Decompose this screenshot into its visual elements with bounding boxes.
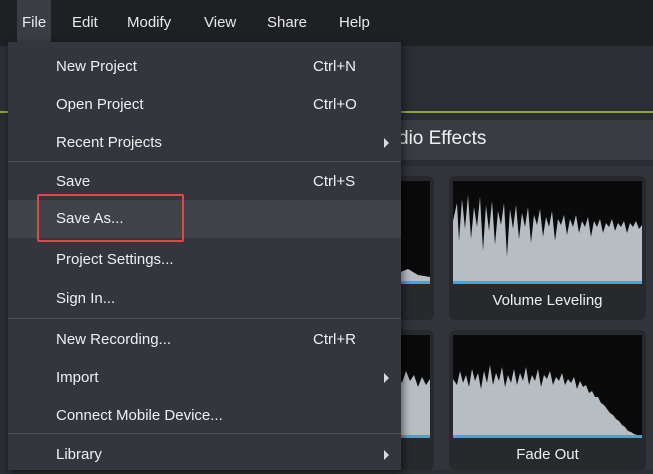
menu-item-project-settings[interactable]: Project Settings... xyxy=(8,241,401,279)
menu-item-connect-mobile-device[interactable]: Connect Mobile Device... xyxy=(8,397,401,435)
menu-item-import[interactable]: Import xyxy=(8,359,401,397)
menu-item-label: Project Settings... xyxy=(56,251,174,268)
menu-item-shortcut: Ctrl+N xyxy=(313,58,356,75)
menu-share[interactable]: Share xyxy=(262,0,312,46)
menu-edit[interactable]: Edit xyxy=(67,0,103,46)
menu-item-shortcut: Ctrl+S xyxy=(313,173,356,190)
effect-tile-volume-leveling[interactable]: Volume Leveling xyxy=(449,176,646,320)
waveform-underline xyxy=(453,281,642,284)
submenu-arrow-icon xyxy=(384,138,389,148)
waveform-underline xyxy=(453,435,642,438)
menu-bar: File Edit Modify View Share Help xyxy=(0,0,653,46)
effect-label: Volume Leveling xyxy=(492,292,603,309)
file-menu-dropdown: New Project Ctrl+N Open Project Ctrl+O R… xyxy=(8,42,401,470)
menu-file[interactable]: File xyxy=(17,0,52,46)
menu-item-open-project[interactable]: Open Project Ctrl+O xyxy=(8,86,401,124)
menu-divider xyxy=(8,161,401,162)
menu-item-label: New Project xyxy=(56,58,137,75)
menu-item-label: Recent Projects xyxy=(56,134,162,151)
menu-item-label: Connect Mobile Device... xyxy=(56,407,223,424)
waveform-thumbnail xyxy=(453,181,642,283)
menu-item-recent-projects[interactable]: Recent Projects xyxy=(8,124,401,162)
menu-view[interactable]: View xyxy=(199,0,241,46)
effect-label: Fade Out xyxy=(516,446,579,463)
menu-item-shortcut: Ctrl+O xyxy=(313,96,357,113)
menu-help[interactable]: Help xyxy=(334,0,375,46)
menu-divider xyxy=(8,318,401,319)
menu-item-sign-in[interactable]: Sign In... xyxy=(8,280,401,318)
submenu-arrow-icon xyxy=(384,450,389,460)
menu-item-label: New Recording... xyxy=(56,331,172,348)
menu-item-label: Sign In... xyxy=(56,290,116,307)
submenu-arrow-icon xyxy=(384,373,389,383)
effect-tile-fade-out[interactable]: Fade Out xyxy=(449,330,646,470)
menu-item-label: Save xyxy=(56,173,91,190)
menu-item-shortcut: Ctrl+R xyxy=(313,331,356,348)
menu-item-new-recording[interactable]: New Recording... Ctrl+R xyxy=(8,321,401,359)
menu-item-label: Open Project xyxy=(56,96,144,113)
menu-item-label: Import xyxy=(56,369,99,386)
menu-item-new-project[interactable]: New Project Ctrl+N xyxy=(8,48,401,86)
menu-modify[interactable]: Modify xyxy=(122,0,176,46)
menu-item-library[interactable]: Library xyxy=(8,436,401,474)
annotation-highlight-box xyxy=(37,194,184,242)
menu-item-label: Library xyxy=(56,446,102,463)
menu-divider xyxy=(8,433,401,434)
panel-title: dio Effects xyxy=(398,128,487,149)
waveform-thumbnail xyxy=(453,335,642,437)
